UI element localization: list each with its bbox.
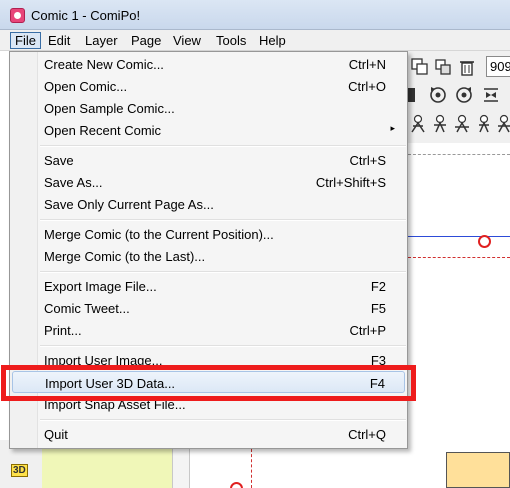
menu-item-shortcut: Ctrl+Q [348, 427, 386, 442]
page-guide-line [408, 154, 510, 155]
menu-item-merge-current[interactable]: Merge Comic (to the Current Position)... [12, 223, 405, 245]
menu-item-shortcut: Ctrl+S [349, 153, 386, 168]
paste-icon[interactable] [433, 57, 453, 77]
menu-item-label: Export Image File... [44, 279, 157, 294]
rotate-left-icon[interactable] [428, 85, 448, 105]
menu-item-export-image[interactable]: Export Image File... F2 [12, 275, 405, 297]
menu-item-quit[interactable]: Quit Ctrl+Q [12, 423, 405, 445]
zoom-input[interactable]: 909 [486, 56, 510, 77]
menu-view[interactable]: View [168, 32, 206, 49]
menu-item-save[interactable]: Save Ctrl+S [12, 149, 405, 171]
character-pose-icon-5[interactable] [494, 114, 510, 134]
menu-item-label: Save Only Current Page As... [44, 197, 214, 212]
3d-badge[interactable]: 3D [11, 464, 28, 477]
menu-item-save-as[interactable]: Save As... Ctrl+Shift+S [12, 171, 405, 193]
menu-item-open-recent-comic[interactable]: Open Recent Comic ▸ [12, 119, 405, 141]
menu-item-shortcut: F2 [370, 279, 386, 294]
menu-item-open-sample-comic[interactable]: Open Sample Comic... [12, 97, 405, 119]
menu-separator [40, 271, 406, 273]
comipo-app-icon [10, 8, 25, 23]
menu-item-label: Open Sample Comic... [44, 101, 175, 116]
menu-item-label: Quit [44, 427, 68, 442]
frame-guide-vertical [251, 449, 252, 488]
title-bar: Comic 1 - ComiPo! [0, 0, 510, 30]
menu-file[interactable]: File [10, 32, 41, 49]
menu-item-label: Merge Comic (to the Last)... [44, 249, 206, 264]
menu-item-label: Open Comic... [44, 79, 128, 94]
menu-separator [40, 345, 406, 347]
menu-item-save-current-page[interactable]: Save Only Current Page As... [12, 193, 405, 215]
menu-item-print[interactable]: Print... Ctrl+P [12, 319, 405, 341]
menu-item-merge-last[interactable]: Merge Comic (to the Last)... [12, 245, 405, 267]
menu-separator [40, 145, 406, 147]
menu-item-label: Open Recent Comic [44, 123, 162, 138]
menu-separator [40, 419, 406, 421]
character-pose-icon-4[interactable] [474, 114, 494, 134]
menu-edit[interactable]: Edit [43, 32, 75, 49]
menu-item-shortcut: F5 [370, 301, 386, 316]
menu-item-shortcut: Ctrl+P [349, 323, 386, 338]
menu-help[interactable]: Help [254, 32, 291, 49]
menu-item-label: Print... [44, 323, 82, 338]
selected-frame-edge [408, 236, 510, 237]
menu-item-comic-tweet[interactable]: Comic Tweet... F5 [12, 297, 405, 319]
frame-handle[interactable] [230, 482, 243, 488]
rotate-right-icon[interactable] [454, 85, 474, 105]
menu-separator [40, 219, 406, 221]
menu-bar: File Edit Layer Page View Tools Help [0, 30, 510, 51]
menu-item-shortcut: Ctrl+N [348, 57, 386, 72]
flip-icon[interactable] [481, 85, 501, 105]
frame-content-thumbnail[interactable] [446, 452, 510, 488]
menu-item-label: Save [44, 153, 74, 168]
window-title: Comic 1 - ComiPo! [31, 8, 141, 23]
menu-page[interactable]: Page [126, 32, 166, 49]
menu-item-label: Comic Tweet... [44, 301, 130, 316]
menu-item-create-new-comic[interactable]: Create New Comic... Ctrl+N [12, 53, 405, 75]
copy-icon[interactable] [410, 57, 430, 77]
trash-icon[interactable] [457, 57, 477, 77]
menu-item-label: Merge Comic (to the Current Position)... [44, 227, 274, 242]
frame-guide-line [408, 257, 510, 258]
submenu-arrow-icon: ▸ [390, 123, 395, 133]
menu-item-label: Save As... [44, 175, 103, 190]
menu-layer[interactable]: Layer [80, 32, 123, 49]
character-pose-icon-1[interactable] [408, 114, 428, 134]
cropped-tool-icon[interactable] [408, 85, 416, 105]
character-pose-icon-2[interactable] [430, 114, 450, 134]
menu-tools[interactable]: Tools [211, 32, 251, 49]
menu-item-shortcut: Ctrl+O [348, 79, 386, 94]
highlight-annotation [1, 365, 416, 401]
character-pose-icon-3[interactable] [452, 114, 472, 134]
menu-item-shortcut: Ctrl+Shift+S [315, 175, 386, 190]
rotate-handle[interactable] [478, 235, 491, 248]
menu-item-open-comic[interactable]: Open Comic... Ctrl+O [12, 75, 405, 97]
menu-item-label: Create New Comic... [44, 57, 164, 72]
